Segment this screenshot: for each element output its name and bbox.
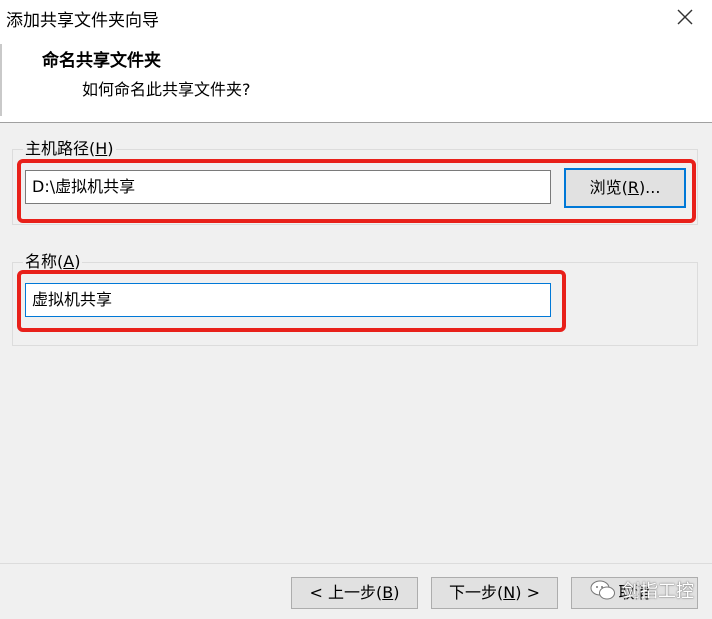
back-button[interactable]: < 上一步(B) — [291, 577, 418, 609]
name-label: 名称(A) — [23, 248, 83, 272]
wizard-subheading: 如何命名此共享文件夹? — [82, 80, 251, 99]
footer-divider — [0, 563, 712, 564]
next-button[interactable]: 下一步(N) > — [431, 577, 558, 609]
host-path-label: 主机路径(H) — [23, 135, 116, 159]
watermark-text: 剑指工控 — [622, 581, 694, 602]
window-title: 添加共享文件夹向导 — [6, 11, 159, 31]
close-icon — [677, 9, 693, 25]
close-button[interactable] — [672, 4, 698, 30]
watermark: 剑指工控 — [590, 572, 694, 608]
highlight-name — [17, 270, 566, 332]
header-edge — [0, 44, 2, 116]
highlight-host-path — [17, 159, 696, 223]
wizard-heading: 命名共享文件夹 — [42, 51, 161, 71]
wizard-header: 添加共享文件夹向导 命名共享文件夹 如何命名此共享文件夹? — [0, 0, 712, 123]
wechat-icon — [590, 580, 615, 600]
